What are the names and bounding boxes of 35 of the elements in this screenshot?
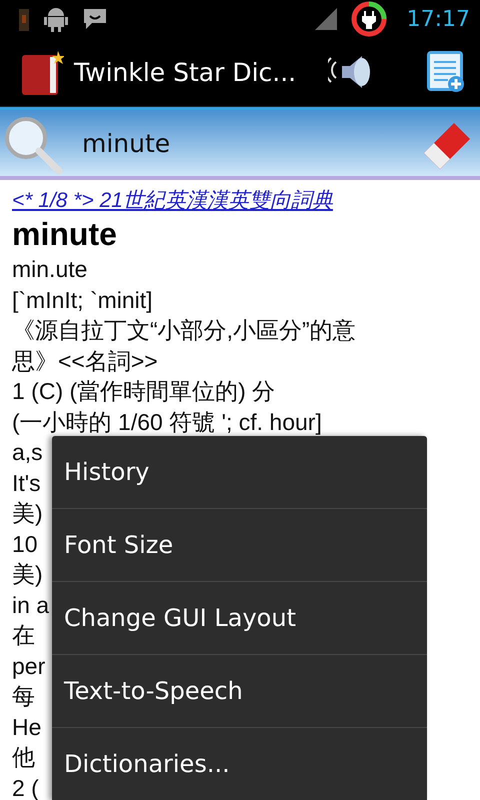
battery-icon [18, 7, 30, 31]
definition-line: [`mInIt; `minit] [12, 286, 153, 315]
definition-line: 每 [12, 682, 35, 711]
dictionary-link[interactable]: <* 1/8 *> 21世紀英漢漢英雙向詞典 [12, 186, 333, 214]
chat-icon [82, 7, 108, 31]
definition-line: 10 [12, 530, 38, 558]
book-icon[interactable] [20, 49, 64, 95]
definition-line: a,s [12, 438, 43, 467]
menu-item[interactable]: History [52, 436, 427, 509]
charging-icon [350, 1, 387, 37]
search-field[interactable]: minute [0, 107, 480, 180]
menu-item[interactable]: Font Size [52, 509, 427, 582]
headword: minute [12, 215, 117, 254]
android-icon [44, 6, 68, 32]
definition-line: 《源自拉丁文“小部分,小區分”的意思》<<名詞>> [12, 316, 357, 376]
definition-line: It's [12, 468, 41, 498]
definition-line: He [12, 712, 42, 742]
definition-line: 在 [12, 621, 35, 650]
definition-line: in a [12, 590, 50, 620]
add-note-icon[interactable] [426, 50, 466, 94]
menu-item[interactable]: Change GUI Layout [52, 582, 427, 655]
definition-line: per [12, 652, 46, 681]
definition-line: 他 [12, 743, 35, 772]
definition-line: (一小時的 1/60 符號 '; cf. hour] [12, 408, 322, 437]
definition-line: 1 (C) (當作時間單位的) 分 [12, 377, 276, 406]
menu-item[interactable]: Dictionaries... [52, 728, 427, 800]
definition-line: 美) [12, 560, 43, 589]
definition-line: 2 ( [12, 774, 39, 800]
signal-icon [314, 8, 337, 30]
menu-item[interactable]: Text-to-Speech [52, 655, 427, 728]
app-title: Twinkle Star Dic... [74, 58, 298, 86]
search-icon[interactable] [2, 114, 64, 174]
definition-line: 美) [12, 499, 43, 528]
definition-line: min.ute [12, 255, 88, 284]
clock: 17:17 [406, 6, 470, 32]
